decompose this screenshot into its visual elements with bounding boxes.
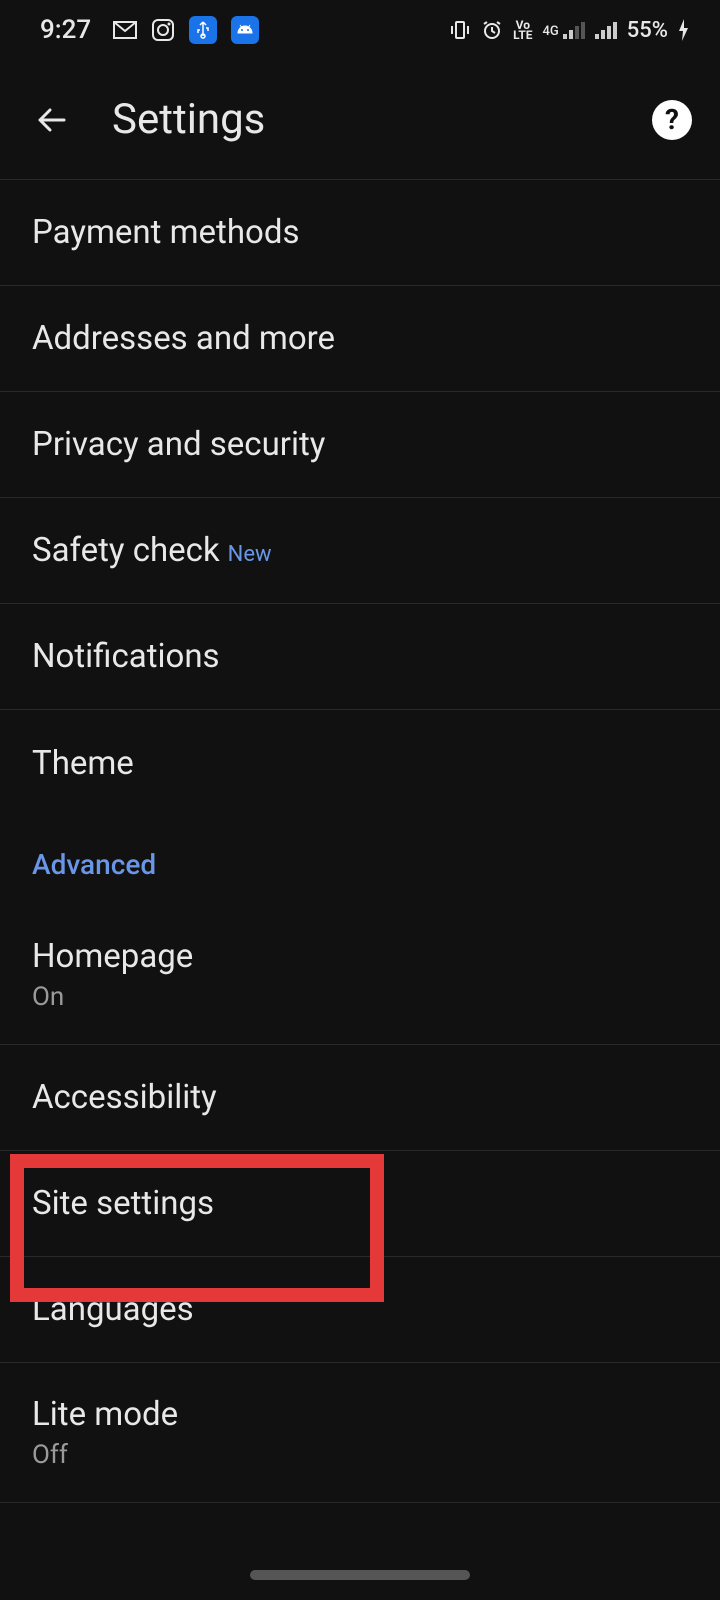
- item-label: Homepage: [32, 937, 688, 976]
- usb-icon: [189, 16, 217, 44]
- 4g-signal-icon: 4G: [543, 21, 585, 39]
- item-addresses[interactable]: Addresses and more: [0, 286, 720, 392]
- item-safety-check[interactable]: Safety check New: [0, 498, 720, 604]
- question-mark-icon: ?: [665, 103, 679, 136]
- item-homepage[interactable]: Homepage On: [0, 905, 720, 1045]
- status-left: 9:27: [40, 15, 259, 45]
- item-lite-mode[interactable]: Lite mode Off: [0, 1363, 720, 1503]
- settings-list: Payment methods Addresses and more Priva…: [0, 180, 720, 1503]
- item-theme[interactable]: Theme: [0, 710, 720, 816]
- item-privacy[interactable]: Privacy and security: [0, 392, 720, 498]
- charging-icon: [678, 19, 690, 41]
- arrow-left-icon: [32, 100, 72, 140]
- item-label: Addresses and more: [32, 319, 688, 358]
- vibrate-icon: [449, 19, 471, 41]
- item-label: Safety check New: [32, 531, 688, 570]
- item-payment-methods[interactable]: Payment methods: [0, 180, 720, 286]
- item-label: Privacy and security: [32, 425, 688, 464]
- status-bar: 9:27 VoLTE 4G 55%: [0, 0, 720, 60]
- item-accessibility[interactable]: Accessibility: [0, 1045, 720, 1151]
- item-label: Languages: [32, 1290, 688, 1329]
- gmail-icon: [113, 21, 137, 39]
- navigation-bar: [0, 1550, 720, 1600]
- item-languages[interactable]: Languages: [0, 1257, 720, 1363]
- item-label: Payment methods: [32, 213, 688, 252]
- item-sublabel: Off: [32, 1440, 688, 1470]
- new-badge: New: [228, 542, 272, 567]
- volte-icon: VoLTE: [513, 20, 532, 40]
- item-label: Accessibility: [32, 1078, 688, 1117]
- home-gesture-handle[interactable]: [250, 1570, 470, 1580]
- header: Settings ?: [0, 60, 720, 180]
- item-site-settings[interactable]: Site settings: [0, 1151, 720, 1257]
- item-label: Site settings: [32, 1184, 688, 1223]
- item-label: Notifications: [32, 637, 688, 676]
- android-icon: [231, 16, 259, 44]
- battery-text: 55%: [627, 18, 668, 43]
- item-sublabel: On: [32, 982, 688, 1012]
- page-title: Settings: [112, 95, 652, 144]
- item-label: Theme: [32, 744, 688, 783]
- item-label: Lite mode: [32, 1395, 688, 1434]
- item-notifications[interactable]: Notifications: [0, 604, 720, 710]
- section-advanced: Advanced: [0, 816, 720, 905]
- back-button[interactable]: [28, 96, 76, 144]
- status-right: VoLTE 4G 55%: [449, 18, 690, 43]
- status-time: 9:27: [40, 15, 91, 45]
- help-button[interactable]: ?: [652, 100, 692, 140]
- signal-icon: [595, 21, 617, 39]
- instagram-icon: [151, 18, 175, 42]
- alarm-icon: [481, 19, 503, 41]
